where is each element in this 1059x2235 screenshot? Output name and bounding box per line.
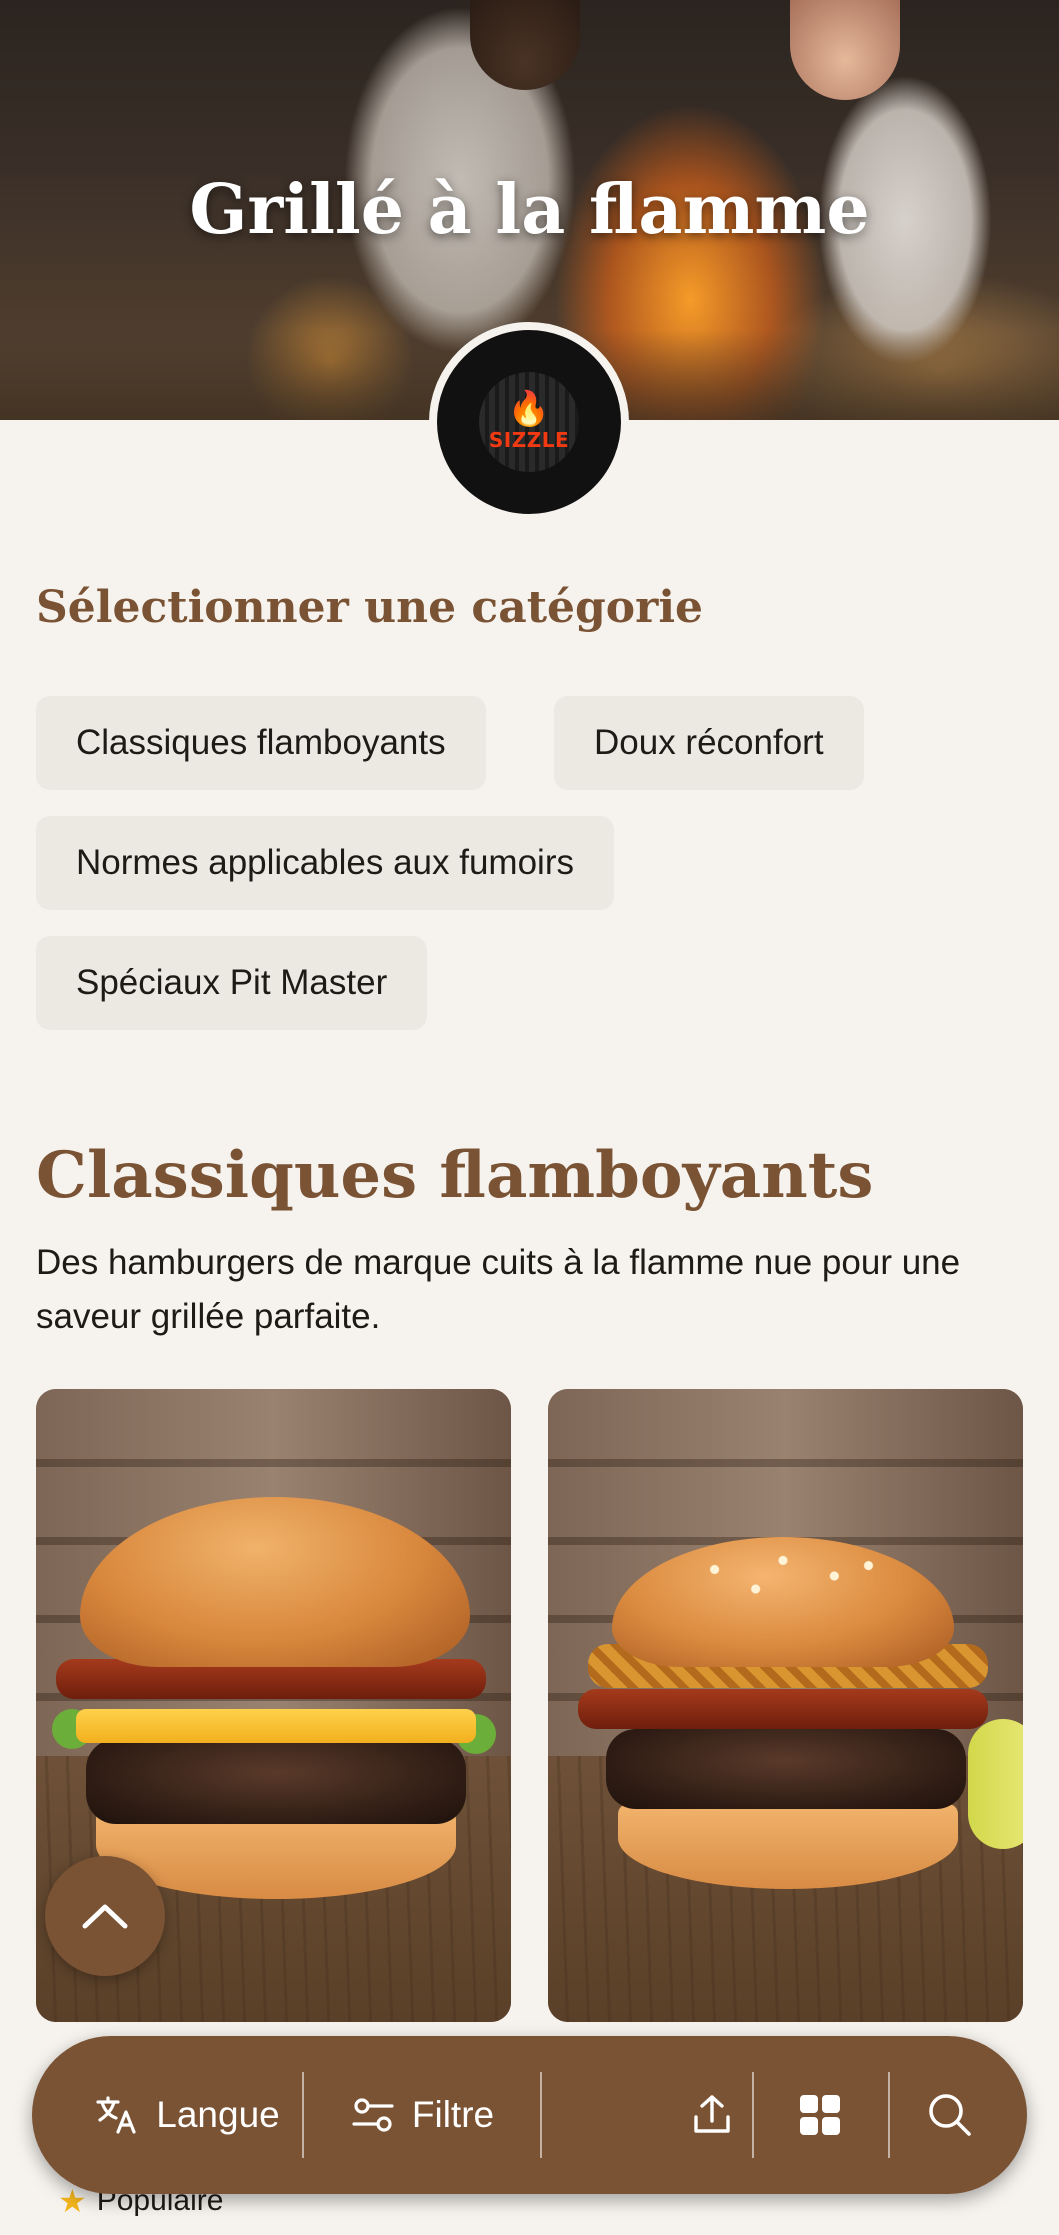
category-chip-classiques-flamboyants[interactable]: Classiques flamboyants — [36, 696, 486, 790]
cheese-slice — [76, 1709, 476, 1743]
pepper — [968, 1719, 1023, 1849]
language-button[interactable]: Langue — [72, 2036, 302, 2194]
translate-icon — [96, 2096, 136, 2134]
product-image-bacon-onion-burger[interactable] — [548, 1389, 1023, 2022]
search-icon — [929, 2094, 971, 2136]
category-chip-doux-reconfort[interactable]: Doux réconfort — [554, 696, 864, 790]
bottom-toolbar: Langue Filtre — [32, 2036, 1027, 2194]
filter-icon — [352, 2098, 394, 2132]
category-heading: Sélectionner une catégorie — [36, 582, 704, 633]
filter-button[interactable]: Filtre — [304, 2036, 540, 2194]
section-description: Des hamburgers de marque cuits à la flam… — [36, 1243, 961, 1336]
section-title: Classiques flamboyants — [36, 1138, 874, 1213]
logo-text: SIZZLE — [488, 428, 570, 452]
category-chip-speciaux-pit-master[interactable]: Spéciaux Pit Master — [36, 936, 428, 1030]
patty — [606, 1729, 966, 1809]
category-chip-normes-fumoirs[interactable]: Normes applicables aux fumoirs — [36, 816, 614, 910]
chevron-up-icon — [82, 1904, 128, 1929]
language-label: Langue — [156, 2094, 280, 2135]
filter-label: Filtre — [411, 2094, 495, 2135]
scroll-to-top-button[interactable] — [45, 1856, 165, 1976]
flame-icon: 🔥 — [507, 390, 551, 428]
patty — [86, 1739, 466, 1824]
bacon-strips — [578, 1689, 988, 1729]
logo-badge: 🔥 SIZZLE — [479, 372, 579, 472]
menu-page: Grillé à la flamme 🔥 SIZZLE Sélectionner… — [0, 0, 1059, 2235]
grid-icon — [800, 2095, 840, 2135]
search-button[interactable] — [890, 2036, 1010, 2194]
hero-title: Grillé à la flamme — [189, 170, 870, 250]
share-icon — [694, 2095, 730, 2133]
restaurant-logo: 🔥 SIZZLE — [429, 322, 629, 522]
grid-view-button[interactable] — [754, 2036, 886, 2194]
toolbar-divider — [540, 2072, 542, 2158]
